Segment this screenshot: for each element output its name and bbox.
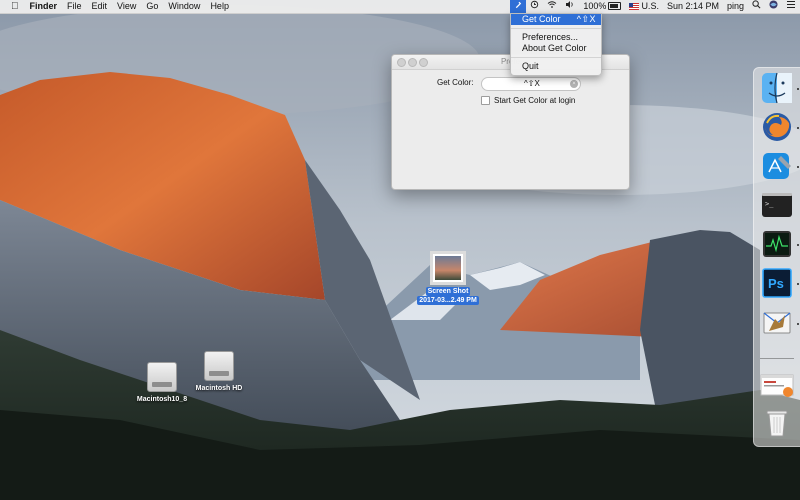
running-indicator bbox=[797, 166, 799, 168]
menu-item-about[interactable]: About Get Color bbox=[511, 43, 601, 54]
get-color-menu: Get Color ^⇧X Preferences... About Get C… bbox=[510, 13, 602, 76]
screenshot-name-line2: 2017-03...2.49 PM bbox=[417, 296, 479, 305]
activity-monitor-icon[interactable] bbox=[760, 227, 794, 261]
desktop-disk-macintosh10-8[interactable]: Macintosh10_8 bbox=[134, 362, 190, 403]
dock-separator bbox=[760, 358, 794, 359]
menu-view[interactable]: View bbox=[112, 0, 141, 13]
screenshot-name-line1: Screen Shot bbox=[425, 287, 471, 296]
launch-at-login-row[interactable]: Start Get Color at login bbox=[481, 96, 575, 105]
clock[interactable]: Sun 2:14 PM bbox=[663, 0, 723, 13]
trash-icon[interactable] bbox=[760, 405, 794, 439]
hotkey-row: Get Color: ^⇧X × bbox=[392, 77, 629, 91]
firefox-icon[interactable] bbox=[760, 110, 794, 144]
running-indicator bbox=[797, 283, 799, 285]
menu-help[interactable]: Help bbox=[205, 0, 234, 13]
apple-menu-icon[interactable]:  bbox=[0, 0, 25, 13]
notification-center-icon[interactable] bbox=[782, 0, 800, 13]
photoshop-icon[interactable]: Ps bbox=[760, 266, 794, 300]
terminal-icon[interactable]: >_ bbox=[760, 188, 794, 222]
hotkey-recorder-field[interactable]: ^⇧X × bbox=[481, 77, 581, 91]
app-menu[interactable]: Finder bbox=[25, 0, 63, 13]
desktop-disk-macintosh-hd[interactable]: Macintosh HD bbox=[191, 351, 247, 392]
menu-separator bbox=[511, 28, 601, 29]
get-color-label: Get Color: bbox=[437, 78, 474, 87]
mail-icon[interactable] bbox=[760, 306, 794, 340]
photoshop-label: Ps bbox=[768, 276, 784, 291]
zoom-window-button[interactable] bbox=[419, 58, 428, 67]
get-color-shortcut: ^⇧X bbox=[576, 14, 596, 24]
battery-percent: 100% bbox=[583, 1, 607, 11]
menu-bar:  Finder File Edit View Go Window Help 1… bbox=[0, 0, 800, 14]
wifi-icon[interactable] bbox=[543, 0, 561, 13]
user-menu[interactable]: ping bbox=[723, 0, 748, 13]
disk-label: Macintosh10_8 bbox=[136, 396, 188, 403]
disk-label: Macintosh HD bbox=[195, 385, 243, 392]
running-indicator bbox=[797, 127, 799, 129]
hard-drive-icon bbox=[147, 362, 177, 392]
close-window-button[interactable] bbox=[397, 58, 406, 67]
siri-icon[interactable] bbox=[765, 0, 782, 13]
menu-item-get-color[interactable]: Get Color ^⇧X bbox=[511, 14, 601, 25]
clear-hotkey-icon[interactable]: × bbox=[570, 80, 578, 88]
hard-drive-icon bbox=[204, 351, 234, 381]
get-color-menu-label: Get Color bbox=[522, 14, 561, 24]
desktop-screenshot-file[interactable]: Screen Shot 2017-03...2.49 PM bbox=[412, 251, 484, 305]
volume-icon[interactable] bbox=[561, 0, 579, 13]
spotlight-icon[interactable] bbox=[748, 0, 765, 13]
menu-item-quit[interactable]: Quit bbox=[511, 61, 601, 72]
running-indicator bbox=[797, 323, 799, 325]
status-area: 100% U.S. Sun 2:14 PM ping bbox=[510, 0, 800, 13]
running-indicator bbox=[797, 88, 799, 90]
finder-icon[interactable] bbox=[760, 71, 794, 105]
us-flag-icon bbox=[629, 3, 640, 10]
input-source-label: U.S. bbox=[641, 1, 659, 11]
menu-file[interactable]: File bbox=[62, 0, 87, 13]
launch-at-login-label[interactable]: Start Get Color at login bbox=[494, 96, 575, 105]
battery-icon bbox=[608, 2, 622, 10]
xcode-icon[interactable] bbox=[760, 149, 794, 183]
battery-status[interactable]: 100% bbox=[579, 0, 625, 13]
minimized-document-icon[interactable] bbox=[760, 368, 794, 402]
terminal-prompt-text: >_ bbox=[765, 200, 774, 208]
menu-separator bbox=[511, 57, 601, 58]
menu-edit[interactable]: Edit bbox=[87, 0, 113, 13]
time-machine-icon[interactable] bbox=[526, 0, 543, 13]
dock: >_ Ps bbox=[753, 67, 800, 447]
launch-at-login-checkbox[interactable] bbox=[481, 96, 490, 105]
menu-window[interactable]: Window bbox=[163, 0, 205, 13]
eyedropper-status-icon[interactable] bbox=[510, 0, 527, 13]
hotkey-value: ^⇧X bbox=[524, 79, 540, 88]
running-indicator bbox=[797, 244, 799, 246]
menu-go[interactable]: Go bbox=[141, 0, 163, 13]
input-source-menu[interactable]: U.S. bbox=[625, 0, 663, 13]
minimize-window-button[interactable] bbox=[408, 58, 417, 67]
screenshot-thumbnail-icon bbox=[430, 251, 466, 285]
menu-item-preferences[interactable]: Preferences... bbox=[511, 32, 601, 43]
